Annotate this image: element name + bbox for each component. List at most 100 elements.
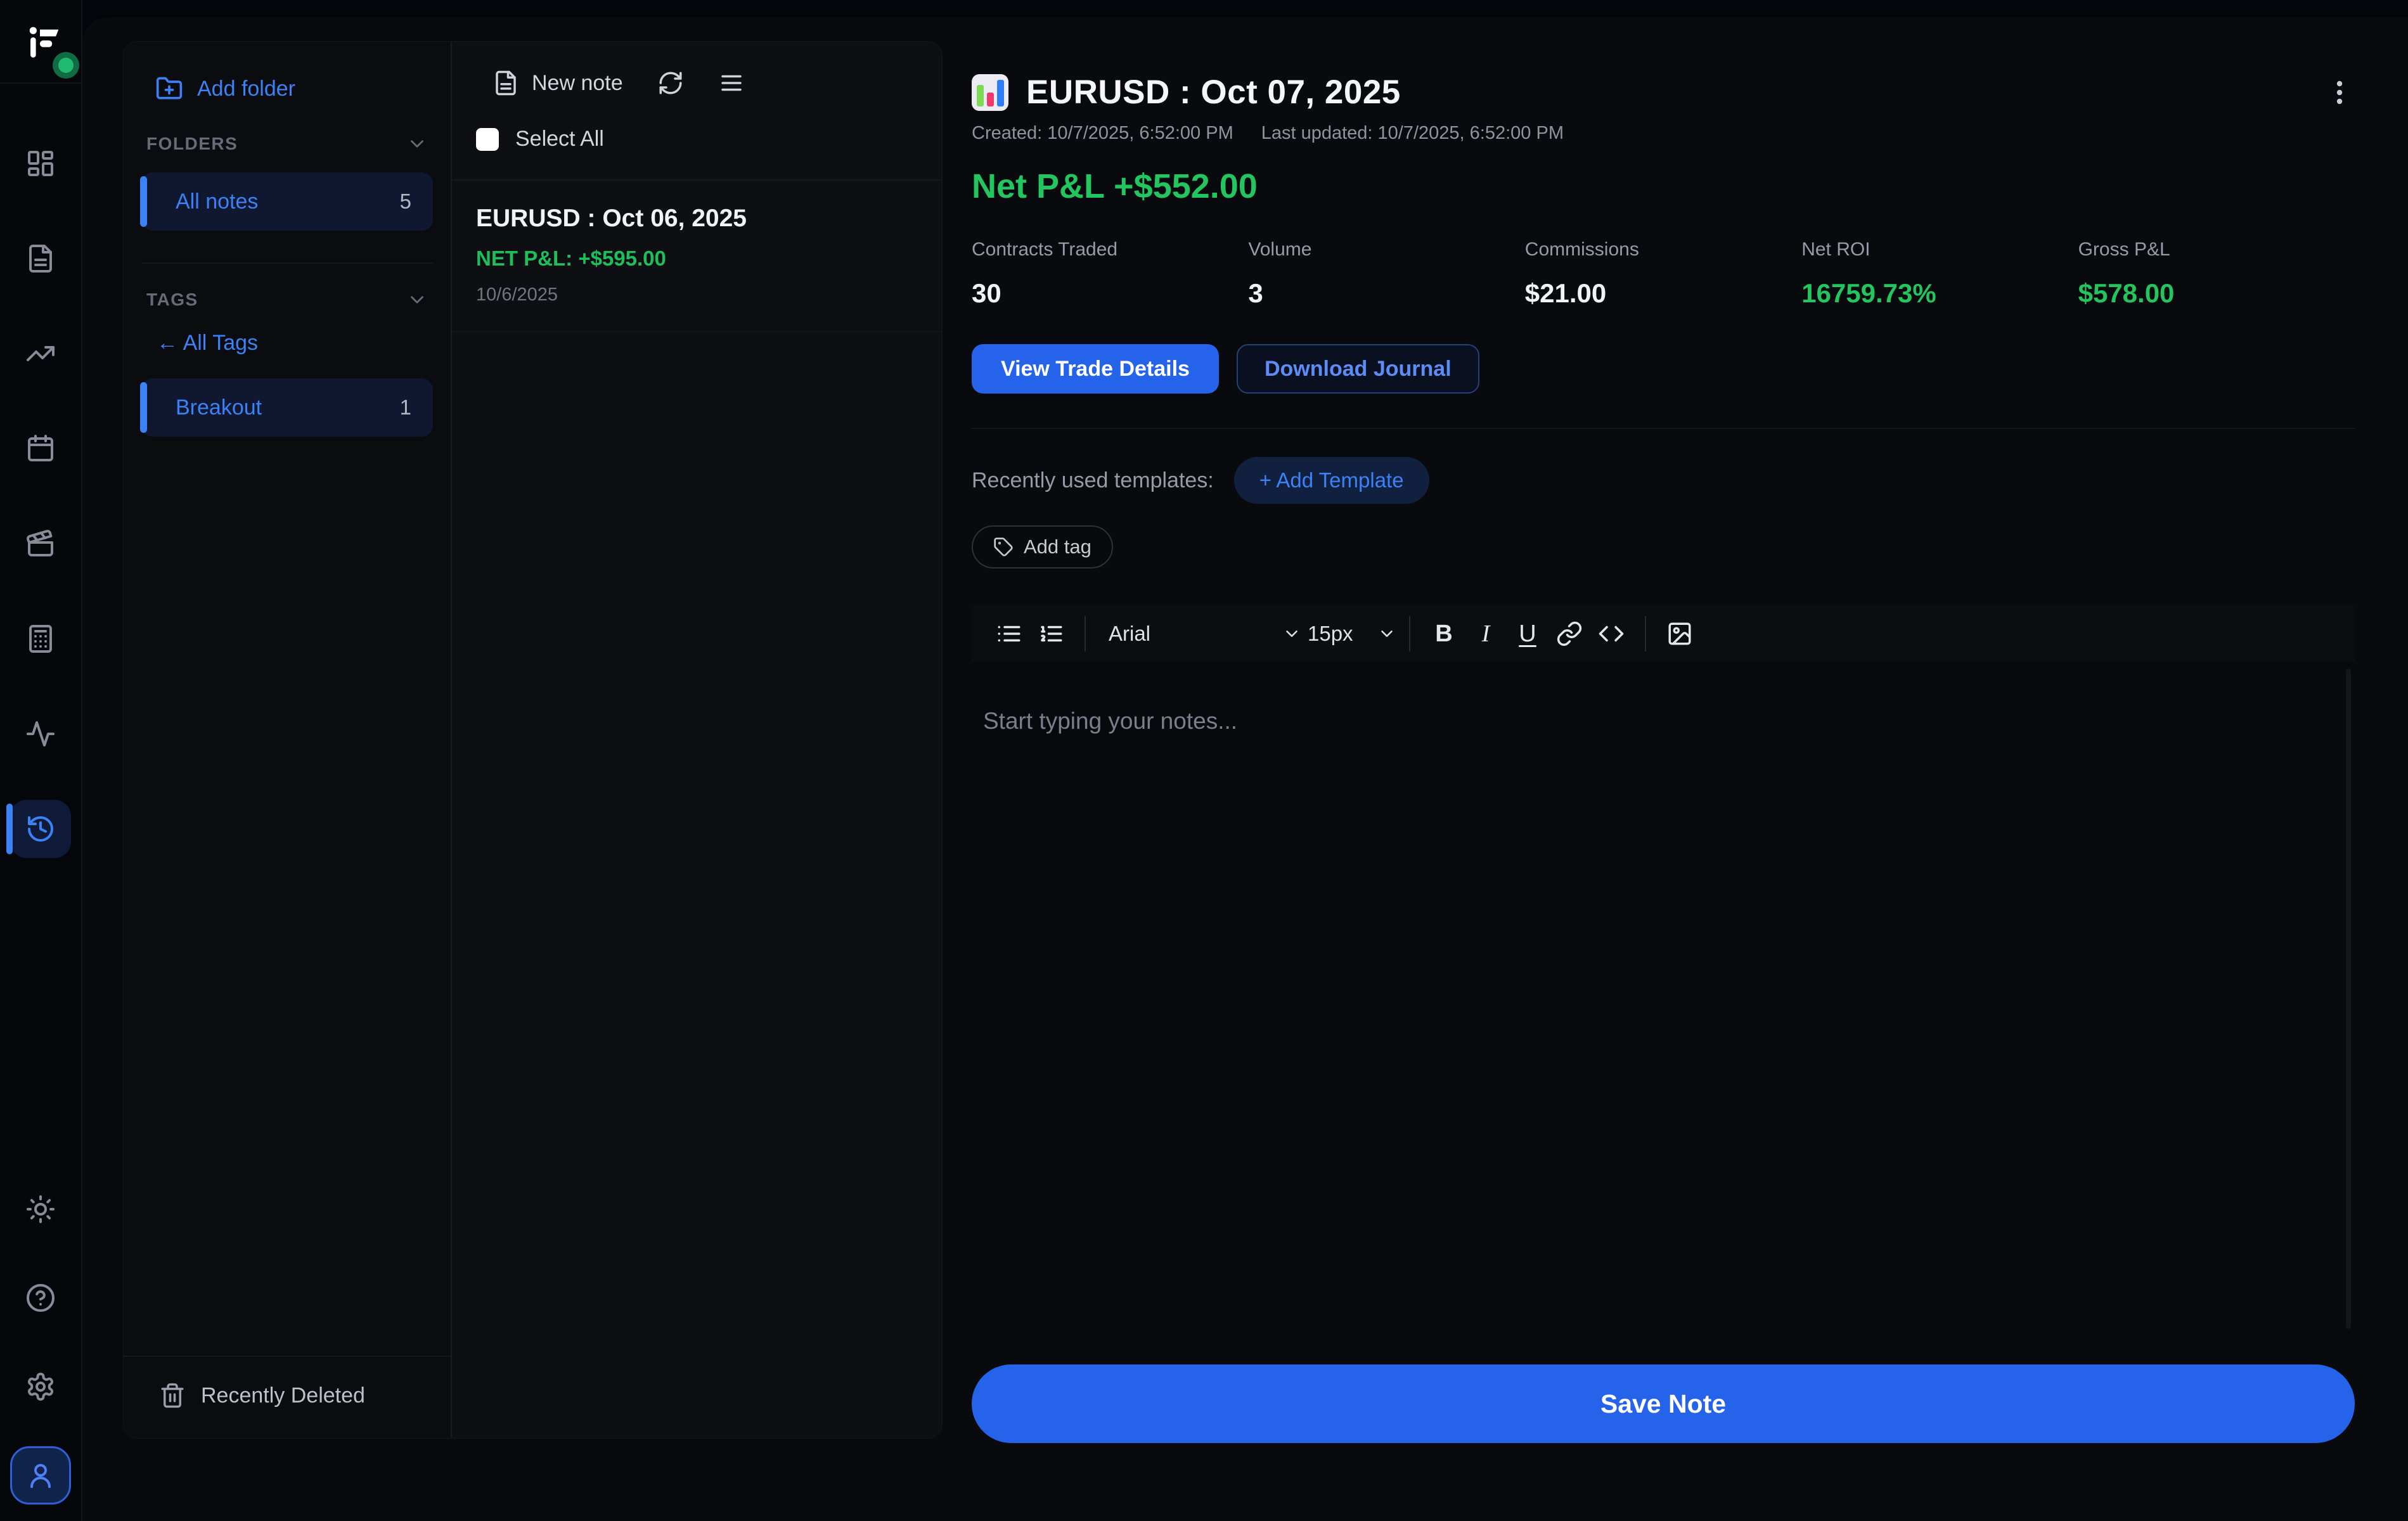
note-pnl: NET P&L: +$595.00 <box>476 247 919 271</box>
stat-value: 3 <box>1248 278 1524 309</box>
help-circle-icon <box>25 1283 56 1313</box>
font-size-select[interactable]: 15px <box>1301 622 1396 646</box>
all-tags-link[interactable]: ← All Tags <box>157 331 437 356</box>
recently-deleted-label: Recently Deleted <box>201 1383 365 1408</box>
new-note-icon <box>493 70 519 96</box>
folder-count: 5 <box>400 189 411 214</box>
rail-top-nav <box>0 134 81 858</box>
add-tag-button[interactable]: Add tag <box>972 525 1113 568</box>
toolbar-separator <box>1085 616 1086 651</box>
note-title: EURUSD : Oct 06, 2025 <box>476 205 919 233</box>
all-tags-label: ← All Tags <box>157 331 258 356</box>
calculator-icon <box>25 624 56 654</box>
title-group: EURUSD : Oct 07, 2025 <box>972 73 1401 112</box>
toolbar-separator <box>1409 616 1410 651</box>
folder-item-all-notes[interactable]: All notes 5 <box>141 172 433 231</box>
notes-editor[interactable]: Start typing your notes... <box>972 662 2355 1335</box>
font-family-select[interactable]: Arial <box>1098 622 1301 646</box>
view-trade-details-button[interactable]: View Trade Details <box>972 344 1219 394</box>
chevron-down-icon <box>406 289 428 311</box>
font-family-value: Arial <box>1109 622 1150 646</box>
sun-icon <box>25 1194 56 1224</box>
folders-panel: Add folder FOLDERS All notes 5 TAGS ← Al… <box>124 42 452 1438</box>
note-list-item[interactable]: EURUSD : Oct 06, 2025 NET P&L: +$595.00 … <box>452 181 942 332</box>
tag-count: 1 <box>400 395 411 420</box>
stat-net-roi: Net ROI 16759.73% <box>1801 239 2078 309</box>
sidebar-item-clips[interactable] <box>10 515 71 573</box>
italic-button[interactable]: I <box>1465 613 1507 655</box>
editor-scrollbar[interactable] <box>2346 669 2351 1329</box>
bold-button[interactable]: B <box>1423 613 1465 655</box>
content-wrapper: Add folder FOLDERS All notes 5 TAGS ← Al… <box>82 17 2408 1521</box>
code-icon <box>1598 620 1625 647</box>
stat-commissions: Commissions $21.00 <box>1525 239 1801 309</box>
kebab-menu-icon[interactable] <box>2324 77 2355 108</box>
sidebar-item-history[interactable] <box>10 800 71 858</box>
tags-section-header[interactable]: TAGS <box>138 289 437 311</box>
sidebar-item-documents[interactable] <box>10 229 71 288</box>
refresh-icon[interactable] <box>657 70 684 96</box>
sidebar-item-activity[interactable] <box>10 705 71 763</box>
bar-chart-icon <box>972 74 1008 111</box>
tag-icon <box>993 537 1014 557</box>
clapperboard-icon <box>25 529 56 559</box>
sidebar-item-trends[interactable] <box>10 324 71 383</box>
stat-value: $578.00 <box>2078 278 2355 309</box>
trending-up-icon <box>25 338 56 369</box>
underline-label: U <box>1519 620 1536 648</box>
tag-item-breakout[interactable]: Breakout 1 <box>141 378 433 437</box>
save-note-button[interactable]: Save Note <box>972 1364 2355 1443</box>
templates-row: Recently used templates: + Add Template <box>972 457 2355 504</box>
help-button[interactable] <box>10 1269 71 1327</box>
code-button[interactable] <box>1590 613 1632 655</box>
recently-deleted-button[interactable]: Recently Deleted <box>124 1356 451 1438</box>
app-page: Add folder FOLDERS All notes 5 TAGS ← Al… <box>0 0 2408 1521</box>
side-panels: Add folder FOLDERS All notes 5 TAGS ← Al… <box>123 41 943 1439</box>
stat-label: Net ROI <box>1801 239 2078 260</box>
italic-label: I <box>1482 620 1490 648</box>
new-note-label: New note <box>532 71 623 96</box>
sidebar-item-dashboard[interactable] <box>10 134 71 193</box>
add-tag-label: Add tag <box>1024 536 1091 558</box>
stat-value: 16759.73% <box>1801 278 2078 309</box>
bold-label: B <box>1435 620 1452 648</box>
add-template-button[interactable]: + Add Template <box>1234 457 1429 504</box>
sidebar-item-calculator[interactable] <box>10 610 71 668</box>
history-icon <box>25 814 56 844</box>
chevron-down-icon <box>406 133 428 155</box>
select-all-checkbox[interactable] <box>476 128 499 151</box>
app-logo[interactable] <box>0 0 82 84</box>
image-icon <box>1666 620 1693 647</box>
rail-bottom-nav <box>0 1180 81 1505</box>
new-note-button[interactable]: New note <box>493 70 623 96</box>
note-date: 10/6/2025 <box>476 285 919 305</box>
theme-toggle-button[interactable] <box>10 1180 71 1238</box>
folders-header-label: FOLDERS <box>146 134 238 154</box>
note-header-row: EURUSD : Oct 07, 2025 <box>972 73 2355 112</box>
download-journal-button[interactable]: Download Journal <box>1237 344 1479 394</box>
numbered-list-button[interactable] <box>1030 613 1072 655</box>
settings-button[interactable] <box>10 1357 71 1416</box>
profile-button[interactable] <box>10 1446 71 1505</box>
tags-header-label: TAGS <box>146 290 198 310</box>
menu-icon[interactable] <box>718 70 745 96</box>
save-row: Save Note <box>972 1364 2355 1443</box>
underline-button[interactable]: U <box>1507 613 1548 655</box>
chevron-down-icon <box>1377 624 1396 643</box>
toolbar-separator <box>1645 616 1646 651</box>
font-size-value: 15px <box>1308 622 1353 646</box>
insert-image-button[interactable] <box>1659 613 1701 655</box>
link-icon <box>1556 620 1583 647</box>
calendar-icon <box>25 433 56 464</box>
user-icon <box>25 1460 56 1491</box>
stat-contracts-traded: Contracts Traded 30 <box>972 239 1248 309</box>
bullet-list-button[interactable] <box>988 613 1030 655</box>
note-detail-main: EURUSD : Oct 07, 2025 Created: 10/7/2025… <box>943 17 2408 1521</box>
net-pnl-heading: Net P&L +$552.00 <box>972 167 2355 206</box>
sidebar-item-calendar[interactable] <box>10 420 71 478</box>
add-folder-button[interactable]: Add folder <box>155 75 437 103</box>
folders-section-header[interactable]: FOLDERS <box>138 133 437 155</box>
folder-label: All notes <box>141 189 258 214</box>
link-button[interactable] <box>1548 613 1590 655</box>
select-all-row: Select All <box>452 127 942 151</box>
